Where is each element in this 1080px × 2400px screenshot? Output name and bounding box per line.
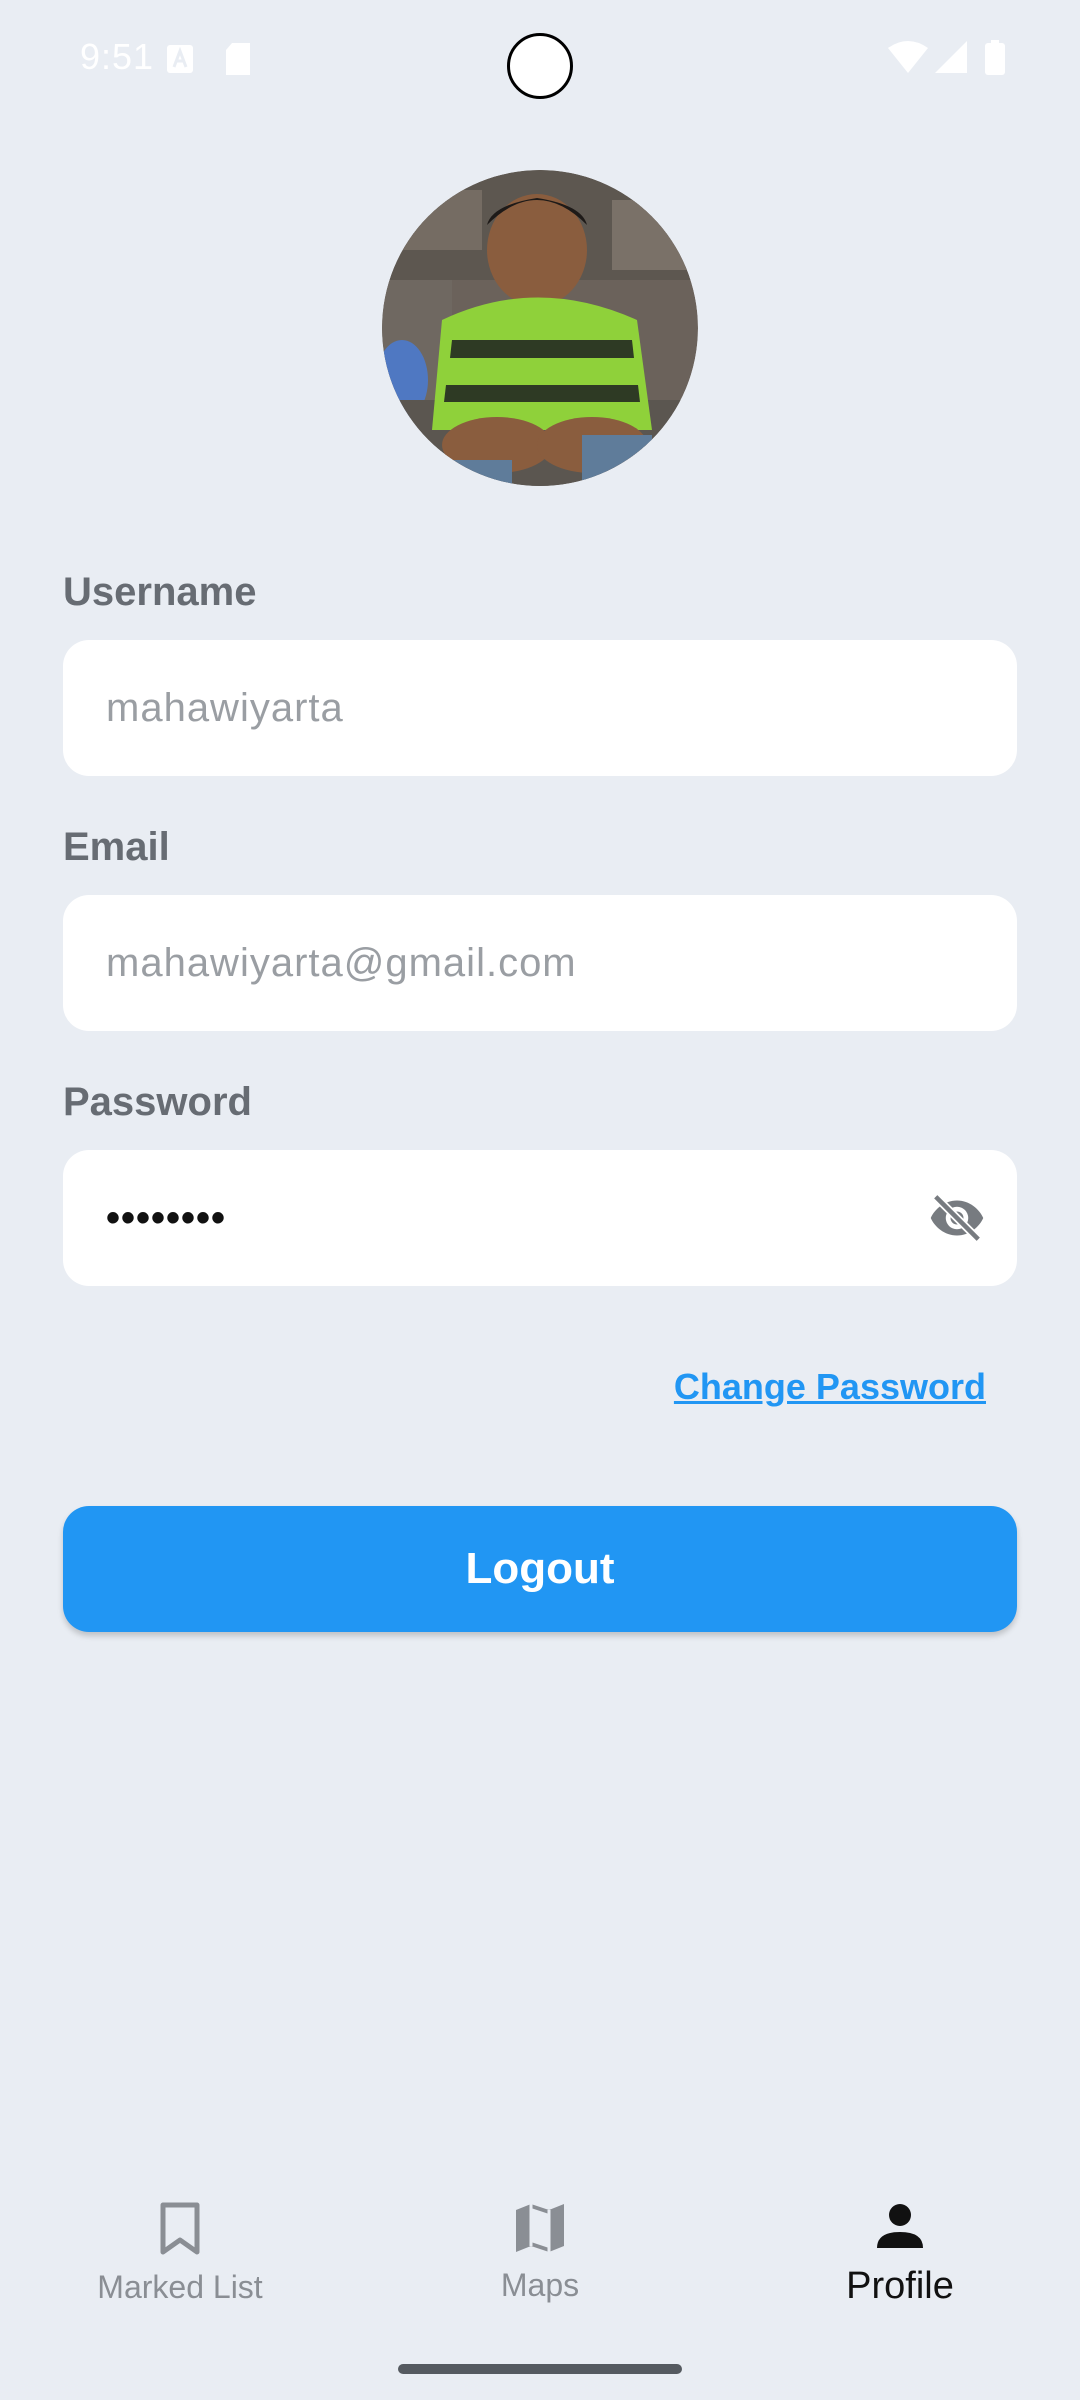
front-camera <box>507 33 573 99</box>
change-password-link[interactable]: Change Password <box>674 1366 986 1408</box>
nav-label-profile: Profile <box>846 2265 954 2307</box>
profile-screen: 9:51 Username mahawiyarta Email mahawiya… <box>0 0 1080 2400</box>
map-icon <box>390 2202 690 2259</box>
nav-item-profile[interactable]: Profile <box>750 2202 1050 2342</box>
sd-card-icon <box>224 42 252 81</box>
password-label: Password <box>63 1080 252 1124</box>
password-value: •••••••• <box>106 1196 227 1240</box>
bookmark-icon <box>30 2202 330 2261</box>
battery-icon <box>984 40 1006 81</box>
nav-item-maps[interactable]: Maps <box>390 2202 690 2342</box>
username-value: mahawiyarta <box>106 686 344 730</box>
signal-icon <box>934 40 968 79</box>
home-indicator[interactable] <box>398 2364 682 2374</box>
nav-item-marked-list[interactable]: Marked List <box>30 2202 330 2342</box>
wifi-icon <box>888 40 928 79</box>
password-field[interactable]: •••••••• <box>63 1150 1017 1286</box>
font-icon <box>166 44 194 79</box>
logout-button[interactable]: Logout <box>63 1506 1017 1632</box>
status-bar: 9:51 <box>0 0 1080 120</box>
email-value: mahawiyarta@gmail.com <box>106 941 577 985</box>
person-icon <box>750 2202 1050 2257</box>
status-time: 9:51 <box>80 36 155 77</box>
nav-label-marked-list: Marked List <box>97 2269 263 2305</box>
profile-avatar[interactable] <box>382 170 698 486</box>
eye-off-icon[interactable] <box>927 1188 987 1248</box>
email-field[interactable]: mahawiyarta@gmail.com <box>63 895 1017 1031</box>
username-field[interactable]: mahawiyarta <box>63 640 1017 776</box>
username-label: Username <box>63 570 257 614</box>
email-label: Email <box>63 825 170 869</box>
nav-label-maps: Maps <box>500 2267 580 2303</box>
